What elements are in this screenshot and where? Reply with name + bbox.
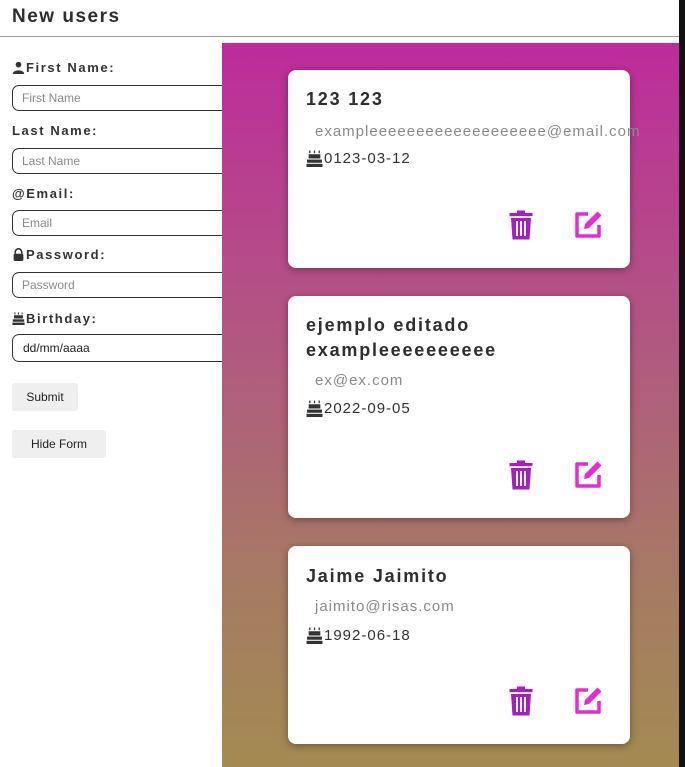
cake-icon (306, 150, 323, 167)
edit-icon (575, 461, 602, 488)
edit-icon (575, 211, 602, 238)
delete-user-button[interactable] (506, 686, 536, 716)
new-user-form: First Name: Last Name: @Email: Password:… (0, 43, 252, 767)
user-email: jaimito@risas.com (315, 598, 455, 615)
user-name: Jaime Jaimito (306, 566, 449, 586)
first-name-label-text: First Name: (26, 60, 116, 75)
user-card: ejemplo editado exampleeeeeeeeee ex@ex.c… (288, 296, 630, 518)
email-input[interactable] (12, 210, 248, 236)
birthday-date-input[interactable]: dd/mm/aaaa (12, 334, 252, 362)
page-header: New users (0, 0, 679, 37)
first-name-input[interactable] (12, 85, 248, 111)
delete-user-button[interactable] (506, 210, 536, 240)
email-label: @Email: (12, 186, 75, 201)
trash-icon (509, 210, 533, 240)
user-birthday: 0123-03-12 (306, 150, 411, 167)
birthday-label-text: Birthday: (26, 311, 98, 326)
first-name-label: First Name: (12, 60, 115, 75)
user-birthday-value: 0123-03-12 (324, 150, 411, 167)
page-title: New users (12, 6, 121, 27)
password-label: Password: (12, 247, 106, 262)
user-name: 123 123 (306, 89, 384, 109)
password-input[interactable] (12, 272, 248, 298)
email-label-text: @Email: (12, 186, 75, 201)
user-name: ejemplo editado exampleeeeeeeeee (306, 315, 497, 360)
edit-user-button[interactable] (573, 686, 603, 716)
last-name-label-text: Last Name: (12, 123, 99, 138)
trash-icon (509, 460, 533, 490)
last-name-label: Last Name: (12, 123, 98, 138)
user-card: 123 123 exampleeeeeeeeeeeeeeeeeee@email.… (288, 70, 639, 268)
window-edge (679, 0, 685, 767)
edit-user-button[interactable] (573, 460, 603, 490)
user-birthday: 1992-06-18 (306, 627, 411, 644)
cake-icon (12, 312, 25, 325)
last-name-input[interactable] (12, 148, 248, 174)
lock-icon (13, 248, 24, 261)
user-birthday-value: 1992-06-18 (324, 627, 411, 644)
birthday-date-value: dd/mm/aaaa (23, 341, 90, 355)
user-birthday: 2022-09-05 (306, 400, 411, 417)
users-panel: 123 123 exampleeeeeeeeeeeeeeeeeee@email.… (222, 43, 679, 767)
user-birthday-value: 2022-09-05 (324, 400, 411, 417)
delete-user-button[interactable] (506, 460, 536, 490)
user-email: exampleeeeeeeeeeeeeeeeeee@email.com (315, 123, 641, 140)
edit-user-button[interactable] (573, 210, 603, 240)
cake-icon (306, 400, 323, 417)
trash-icon (509, 686, 533, 716)
edit-icon (575, 687, 602, 714)
user-email: ex@ex.com (315, 372, 404, 389)
cake-icon (306, 627, 323, 644)
submit-button[interactable]: Submit (12, 383, 78, 411)
person-icon (12, 61, 25, 74)
user-card: Jaime Jaimito jaimito@risas.com 1992-06-… (288, 546, 630, 744)
hide-form-button[interactable]: Hide Form (12, 430, 106, 458)
password-label-text: Password: (26, 247, 107, 262)
birthday-label: Birthday: (12, 311, 97, 326)
